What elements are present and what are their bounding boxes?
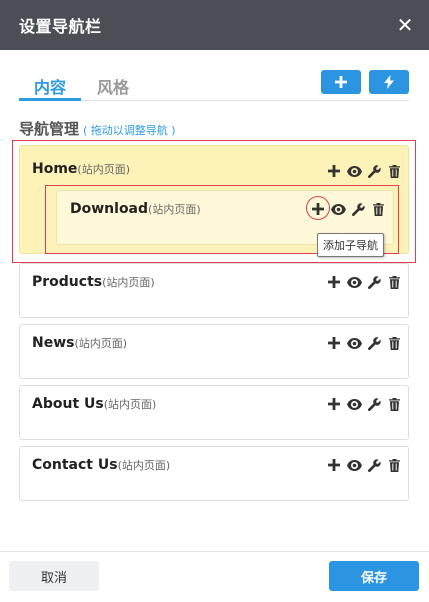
nav-item-label: About Us (站内页面) xyxy=(32,396,156,412)
dialog-footer: 取消 保存 xyxy=(0,551,429,602)
trash-icon[interactable] xyxy=(384,273,404,291)
nav-item-type: (站内页面) xyxy=(74,337,128,350)
nav-item-name: Contact Us xyxy=(32,457,118,473)
plus-icon xyxy=(335,76,347,88)
dialog-title: 设置导航栏 xyxy=(19,17,102,36)
wrench-icon[interactable] xyxy=(364,273,384,291)
nav-item-about-us[interactable]: About Us (站内页面) xyxy=(19,385,409,440)
eye-icon[interactable] xyxy=(344,456,364,474)
nav-item-news[interactable]: News (站内页面) xyxy=(19,324,409,379)
tab-style[interactable]: 风格 xyxy=(97,74,129,98)
highlight-circle xyxy=(306,196,330,220)
nav-item-name: News xyxy=(32,335,75,351)
dialog-header: 设置导航栏 ✕ xyxy=(0,0,429,50)
plus-icon[interactable] xyxy=(324,334,344,352)
tooltip: 添加子导航 xyxy=(317,233,384,257)
eye-icon[interactable] xyxy=(344,334,364,352)
cancel-button[interactable]: 取消 xyxy=(9,561,99,591)
nav-item-products[interactable]: Products (站内页面) xyxy=(19,263,409,318)
quick-action-button[interactable] xyxy=(369,70,409,94)
plus-icon[interactable] xyxy=(324,273,344,291)
trash-icon[interactable] xyxy=(384,456,404,474)
nav-settings-dialog: 设置导航栏 ✕ 内容 风格 导航管理 ( 拖动以调整导航 ) Home (站内页… xyxy=(0,0,429,602)
nav-item-label: Products (站内页面) xyxy=(32,274,155,290)
close-icon[interactable]: ✕ xyxy=(395,15,415,35)
nav-item-name: Products xyxy=(32,274,103,290)
nav-item-label: Contact Us (站内页面) xyxy=(32,457,170,473)
nav-item-actions xyxy=(324,334,404,352)
plus-icon[interactable] xyxy=(324,395,344,413)
tab-bar: 内容 风格 xyxy=(19,70,409,101)
nav-item-contact-us[interactable]: Contact Us (站内页面) xyxy=(19,446,409,501)
trash-icon[interactable] xyxy=(384,334,404,352)
wrench-icon[interactable] xyxy=(364,456,384,474)
trash-icon[interactable] xyxy=(384,395,404,413)
plus-icon[interactable] xyxy=(324,456,344,474)
tab-content[interactable]: 内容 xyxy=(19,74,81,101)
wrench-icon[interactable] xyxy=(364,395,384,413)
save-button[interactable]: 保存 xyxy=(329,561,419,591)
nav-item-label: News (站内页面) xyxy=(32,335,127,351)
nav-item-type: (站内页面) xyxy=(102,276,155,289)
section-hint: ( 拖动以调整导航 ) xyxy=(83,124,176,137)
lightning-icon xyxy=(384,75,394,89)
wrench-icon[interactable] xyxy=(364,334,384,352)
eye-icon[interactable] xyxy=(344,395,364,413)
nav-item-type: (站内页面) xyxy=(117,459,171,472)
nav-item-actions xyxy=(324,273,404,291)
section-header: 导航管理 ( 拖动以调整导航 ) xyxy=(19,118,176,139)
nav-item-name: About Us xyxy=(32,396,104,412)
section-heading: 导航管理 xyxy=(19,120,80,138)
add-nav-button[interactable] xyxy=(321,70,361,94)
nav-item-actions xyxy=(324,456,404,474)
nav-item-type: (站内页面) xyxy=(103,398,157,411)
eye-icon[interactable] xyxy=(344,273,364,291)
nav-item-actions xyxy=(324,395,404,413)
